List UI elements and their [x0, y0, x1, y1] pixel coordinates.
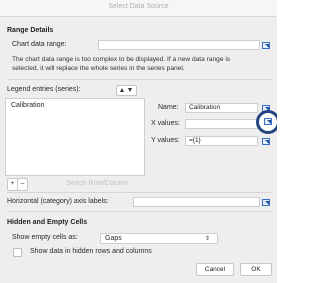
chart-data-range-field[interactable]	[98, 40, 260, 50]
range-picker-icon[interactable]	[262, 41, 270, 49]
ok-button[interactable]: OK	[240, 263, 272, 276]
legend-entries-label: Legend entries (series):	[7, 86, 81, 93]
hidden-rows-label: Show data in hidden rows and columns	[30, 248, 152, 255]
x-values-label: X values:	[151, 120, 180, 127]
axis-labels-picker-icon[interactable]	[262, 198, 270, 206]
axis-labels-label: Horizontal (category) axis labels:	[7, 198, 109, 205]
series-order-stepper[interactable]	[116, 85, 137, 96]
show-empty-select[interactable]: Gaps ⇕	[100, 233, 218, 244]
hidden-rows-checkbox[interactable]	[13, 248, 22, 257]
show-empty-label: Show empty cells as:	[12, 234, 78, 241]
divider	[7, 79, 272, 80]
range-details-header: Range Details	[7, 27, 54, 34]
remove-series-button[interactable]: –	[17, 178, 28, 191]
y-values-label: Y values:	[151, 137, 180, 144]
series-list-item[interactable]: Calibration	[11, 102, 44, 109]
axis-labels-field[interactable]	[133, 197, 260, 207]
divider	[7, 192, 272, 193]
chevron-up-down-icon: ⇕	[205, 236, 211, 242]
x-values-field[interactable]	[185, 119, 258, 129]
switch-row-column-button[interactable]: Switch Row/Column	[66, 180, 129, 187]
series-name-label: Name:	[158, 104, 179, 111]
y-values-field[interactable]: ={1}	[185, 136, 258, 146]
divider	[7, 211, 272, 212]
window-title: Select Data Source	[108, 3, 169, 10]
select-data-source-dialog: Select Data Source Range Details Chart d…	[0, 0, 277, 283]
chart-data-range-label: Chart data range:	[12, 41, 67, 48]
series-name-field[interactable]: Calibration	[185, 103, 258, 113]
move-up-icon[interactable]	[120, 88, 124, 92]
move-down-icon[interactable]	[128, 88, 132, 92]
series-list[interactable]: Calibration	[5, 98, 145, 176]
hidden-empty-header: Hidden and Empty Cells	[7, 219, 88, 226]
cancel-button[interactable]: Cancel	[196, 263, 234, 276]
title-bar: Select Data Source	[0, 0, 277, 17]
x-values-picker-icon[interactable]	[264, 117, 272, 125]
y-values-picker-icon[interactable]	[262, 137, 270, 145]
range-description: The chart data range is too complex to b…	[12, 56, 231, 72]
x-values-picker-highlight[interactable]	[256, 110, 277, 134]
